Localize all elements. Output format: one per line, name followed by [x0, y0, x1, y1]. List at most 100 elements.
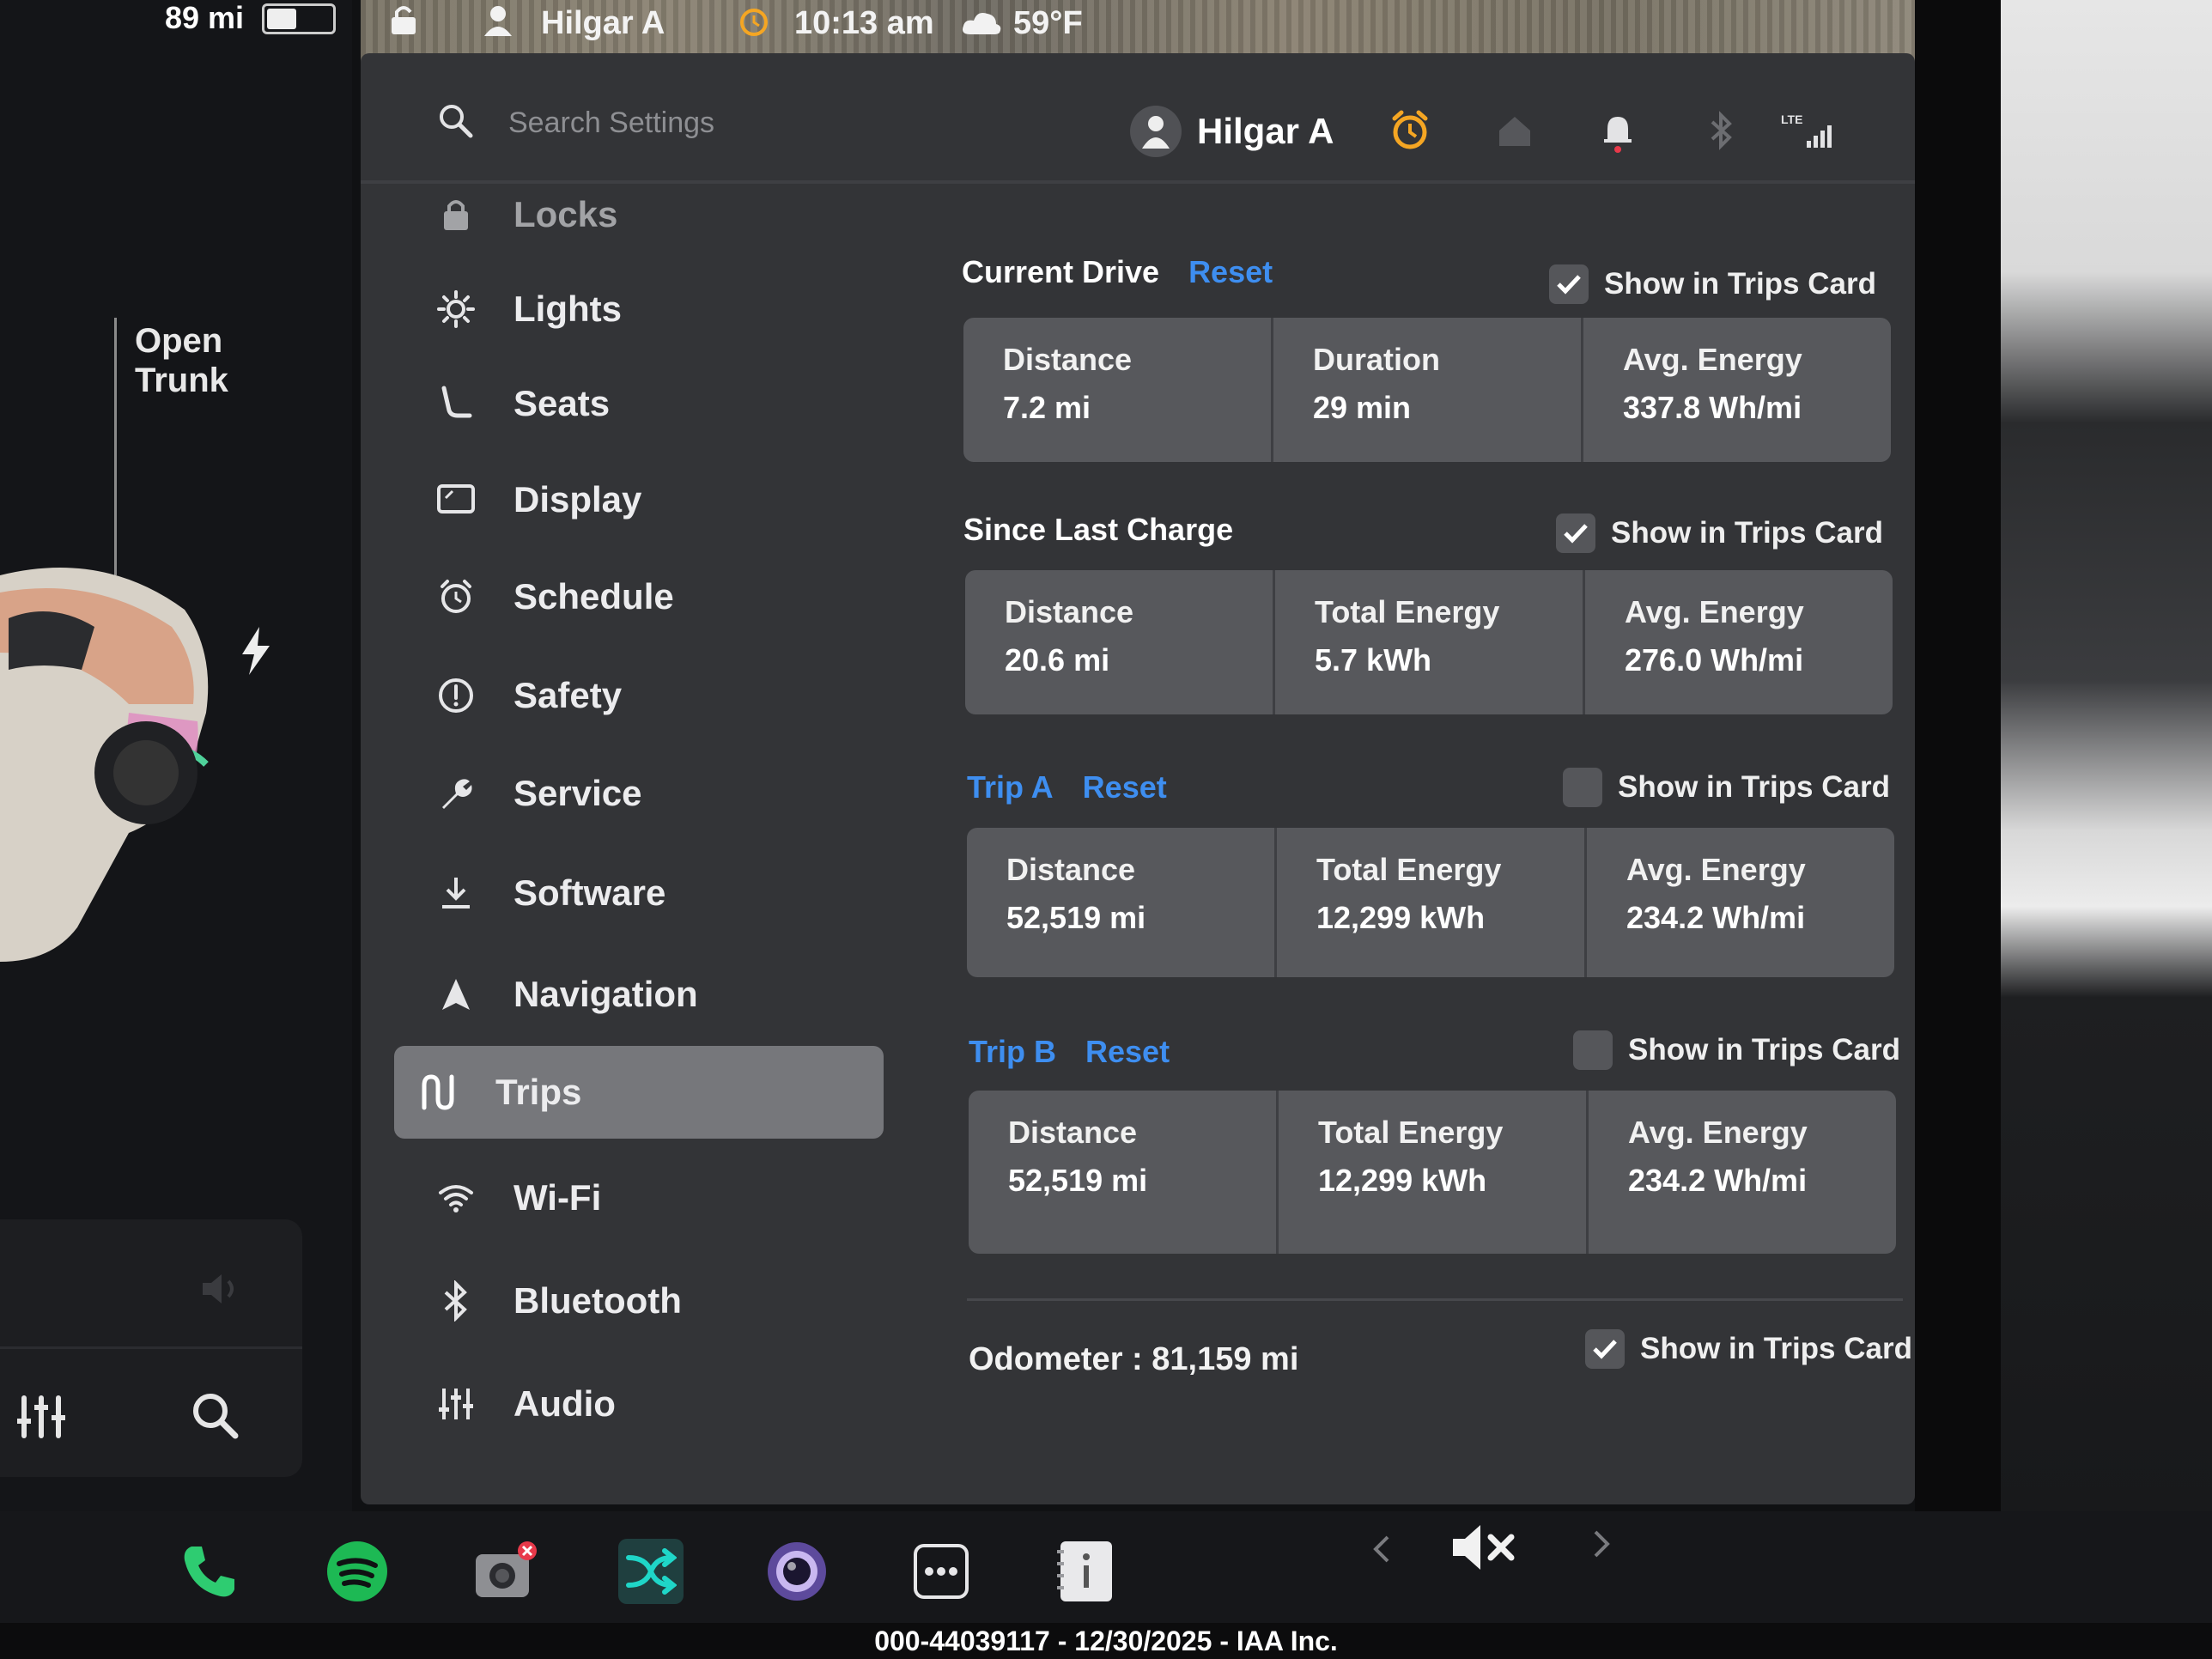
avatar: [1130, 106, 1182, 157]
bluetooth-icon[interactable]: [1698, 108, 1743, 153]
odometer-readout: Odometer : 81,159 mi: [969, 1341, 1299, 1377]
wifi-icon: [439, 1185, 473, 1212]
show-label: Show in Trips Card: [1640, 1332, 1912, 1365]
sun-icon: [437, 290, 475, 328]
stat-label: Avg. Energy: [1626, 852, 1806, 887]
spotify-button[interactable]: [325, 1539, 390, 1604]
section-title: Since Last Charge: [963, 512, 1234, 547]
lock-icon[interactable]: [386, 3, 421, 36]
sidebar-item-seats[interactable]: Seats: [412, 361, 893, 447]
camera-button[interactable]: [472, 1539, 538, 1604]
open-trunk-button[interactable]: Open Trunk: [135, 321, 272, 400]
alarm-clock-icon: [441, 580, 471, 613]
image-caption: 000-44039117 - 12/30/2025 - IAA Inc.: [874, 1626, 1338, 1656]
volume-muted-icon[interactable]: [1449, 1522, 1518, 1573]
trip-a-header: Trip A Reset: [967, 769, 1167, 805]
sidebar-item-lights[interactable]: Lights: [412, 266, 893, 352]
stat-cell: Avg. Energy 276.0 Wh/mi: [1585, 570, 1893, 714]
trip-a-stats: Distance 52,519 mi Total Energy 12,299 kWh…: [967, 828, 1894, 977]
checkbox-unchecked[interactable]: [1573, 1030, 1613, 1070]
search-icon[interactable]: [191, 1391, 239, 1439]
stat-cell: Avg. Energy 234.2 Wh/mi: [1587, 828, 1894, 977]
show-in-trips-card-toggle[interactable]: Show in Trips Card: [1549, 264, 1876, 304]
sidebar-item-navigation[interactable]: Navigation: [412, 951, 893, 1037]
checkbox-checked[interactable]: [1556, 514, 1595, 553]
stat-value: 20.6 mi: [1005, 642, 1110, 678]
chevron-right-icon[interactable]: [1589, 1527, 1614, 1561]
stat-value: 52,519 mi: [1006, 900, 1146, 935]
sidebar-item-safety[interactable]: Safety: [412, 653, 893, 738]
sidebar-item-schedule[interactable]: Schedule: [412, 554, 893, 640]
equalizer-icon[interactable]: [15, 1393, 67, 1441]
sidebar-item-display[interactable]: Display: [412, 457, 893, 543]
stat-value: 7.2 mi: [1003, 390, 1091, 425]
show-label: Show in Trips Card: [1604, 267, 1876, 301]
owners-manual-button[interactable]: [1053, 1539, 1118, 1604]
alert-circle-icon: [439, 678, 473, 713]
bell-icon[interactable]: [1595, 108, 1640, 153]
shuffle-icon: [626, 1548, 677, 1595]
stat-value: 12,299 kWh: [1316, 900, 1486, 935]
show-in-trips-card-toggle[interactable]: Show in Trips Card: [1573, 1030, 1900, 1070]
stat-cell: Avg. Energy 337.8 Wh/mi: [1583, 318, 1891, 462]
since-last-charge-stats: Distance 20.6 mi Total Energy 5.7 kWh Avg.…: [965, 570, 1893, 714]
sidebar-item-service[interactable]: Service: [412, 750, 893, 836]
since-last-charge-header: Since Last Charge: [963, 512, 1233, 548]
sidebar-item-label: Service: [514, 773, 642, 813]
stat-value: 337.8 Wh/mi: [1623, 390, 1802, 425]
stat-value: 5.7 kWh: [1315, 642, 1432, 678]
trip-b-stats: Distance 52,519 mi Total Energy 12,299 kWh…: [969, 1091, 1896, 1254]
stat-cell: Distance 20.6 mi: [965, 570, 1275, 714]
search-icon[interactable]: [436, 101, 474, 139]
stat-label: Distance: [1005, 594, 1134, 629]
stat-label: Avg. Energy: [1625, 594, 1804, 629]
car-icon[interactable]: [0, 558, 223, 962]
stat-cell: Distance 52,519 mi: [967, 828, 1277, 977]
checkbox-checked[interactable]: [1549, 264, 1589, 304]
home-icon[interactable]: [1492, 108, 1537, 153]
trunk-pointer-line: [114, 318, 117, 575]
shuffle-button[interactable]: [618, 1539, 684, 1604]
odometer-divider: [967, 1298, 1903, 1301]
sidebar-item-label: Audio: [514, 1383, 616, 1424]
show-label: Show in Trips Card: [1628, 1033, 1900, 1066]
more-apps-button[interactable]: [908, 1539, 974, 1604]
audio-source-icon[interactable]: [198, 1271, 240, 1307]
dashcam-button[interactable]: [764, 1539, 830, 1604]
alarm-clock-icon[interactable]: [1388, 108, 1432, 153]
stat-label: Distance: [1003, 342, 1133, 377]
sidebar-item-bluetooth[interactable]: Bluetooth: [412, 1258, 893, 1344]
reset-trip-a-button[interactable]: Reset: [1083, 769, 1167, 805]
stat-label: Distance: [1008, 1115, 1138, 1150]
sidebar-item-audio[interactable]: Audio: [412, 1361, 893, 1447]
sidebar-item-label: Safety: [514, 675, 623, 715]
sidebar-item-wifi[interactable]: Wi-Fi: [412, 1155, 893, 1241]
stat-cell: Distance 7.2 mi: [963, 318, 1273, 462]
checkmark-icon: [1557, 275, 1581, 295]
reset-current-drive-button[interactable]: Reset: [1188, 254, 1273, 290]
manual-icon: [1057, 1541, 1112, 1601]
show-in-trips-card-toggle[interactable]: Show in Trips Card: [1563, 768, 1890, 807]
trunk-label-line2: Trunk: [135, 362, 228, 399]
stat-cell: Total Energy 5.7 kWh: [1275, 570, 1585, 714]
stat-label: Avg. Energy: [1623, 342, 1802, 377]
checkbox-checked[interactable]: [1585, 1329, 1625, 1369]
search-settings-input[interactable]: [507, 101, 991, 144]
section-title: Trip B: [969, 1034, 1057, 1069]
reset-trip-b-button[interactable]: Reset: [1085, 1034, 1170, 1070]
sidebar-item-label: Bluetooth: [514, 1280, 682, 1321]
chevron-left-icon[interactable]: [1369, 1532, 1395, 1566]
sidebar-item-trips[interactable]: Trips: [394, 1046, 884, 1139]
show-in-trips-card-toggle[interactable]: Show in Trips Card: [1556, 514, 1883, 553]
checkbox-unchecked[interactable]: [1563, 768, 1602, 807]
sidebar-item-locks[interactable]: Locks: [412, 172, 893, 258]
section-title: Trip A: [967, 769, 1054, 805]
sidebar-item-software[interactable]: Software: [412, 850, 893, 936]
profile-button[interactable]: Hilgar A: [1130, 103, 1334, 160]
alarm-clock-icon: [740, 9, 768, 36]
trunk-label-line1: Open: [135, 322, 223, 360]
show-in-trips-card-toggle[interactable]: Show in Trips Card: [1585, 1329, 1912, 1369]
phone-button[interactable]: [177, 1539, 242, 1604]
lock-icon: [444, 200, 468, 230]
svg-text:LTE: LTE: [1781, 112, 1802, 126]
